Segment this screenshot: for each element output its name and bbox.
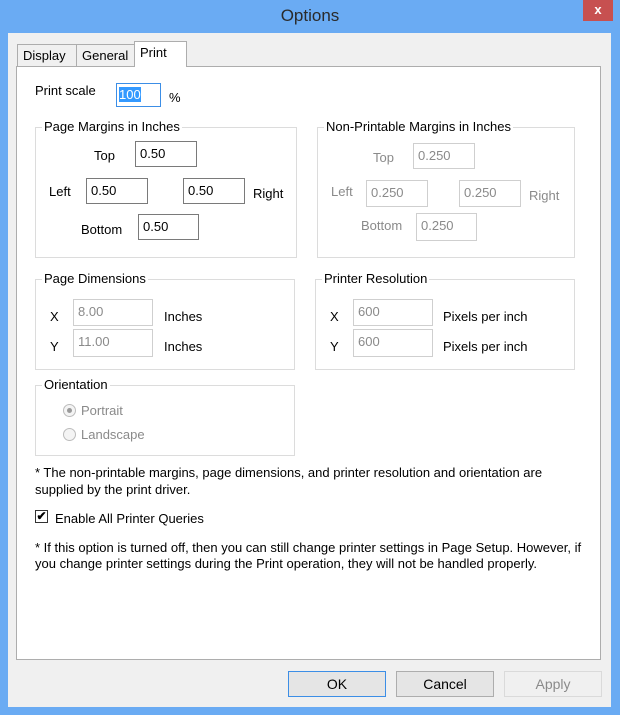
res-x-unit: Pixels per inch — [443, 309, 528, 324]
np-right-label: Right — [529, 188, 560, 203]
landscape-radio — [63, 428, 76, 441]
print-scale-value: 100 — [119, 87, 141, 102]
ok-button[interactable]: OK — [288, 671, 386, 697]
top-label: Top — [94, 148, 115, 163]
print-tab-panel: Print scale 100 % Page Margins in Inches… — [16, 66, 601, 660]
orientation-group: Orientation Portrait Landscape — [35, 377, 295, 456]
np-left-label: Left — [331, 184, 353, 199]
nonprintable-margins-title: Non-Printable Margins in Inches — [324, 119, 513, 134]
orientation-title: Orientation — [42, 377, 110, 392]
enable-queries-label[interactable]: Enable All Printer Queries — [55, 511, 204, 526]
margin-top-input[interactable]: 0.50 — [135, 141, 197, 167]
page-dimensions-title: Page Dimensions — [42, 271, 148, 286]
tab-print[interactable]: Print — [134, 41, 187, 67]
window-title: Options — [280, 6, 340, 25]
res-y-label: Y — [330, 339, 339, 354]
margin-right-input[interactable]: 0.50 — [183, 178, 245, 204]
radio-dot-icon — [67, 408, 72, 413]
queries-note: * If this option is turned off, then you… — [35, 540, 582, 571]
np-bottom-label: Bottom — [361, 218, 403, 233]
dim-x-label: X — [50, 309, 59, 324]
apply-button[interactable]: Apply — [504, 671, 602, 697]
cancel-button[interactable]: Cancel — [396, 671, 494, 697]
tab-general[interactable]: General — [76, 44, 135, 66]
enable-queries-checkbox[interactable]: ✔ — [35, 510, 48, 523]
np-right-input: 0.250 — [459, 180, 521, 207]
tab-display[interactable]: Display — [17, 44, 77, 66]
dim-y-unit: Inches — [164, 339, 203, 354]
bottom-label: Bottom — [81, 222, 123, 237]
margin-left-input[interactable]: 0.50 — [86, 178, 148, 204]
print-scale-input[interactable]: 100 — [116, 83, 161, 107]
np-bottom-input: 0.250 — [416, 213, 477, 241]
res-y-unit: Pixels per inch — [443, 339, 528, 354]
left-label: Left — [49, 184, 71, 199]
printer-resolution-title: Printer Resolution — [322, 271, 430, 286]
right-label: Right — [253, 186, 284, 201]
portrait-label: Portrait — [81, 403, 123, 418]
print-scale-label: Print scale — [35, 83, 96, 98]
driver-note: * The non-printable margins, page dimens… — [35, 465, 543, 497]
dim-y-input: 11.00 — [73, 329, 153, 357]
dim-x-unit: Inches — [164, 309, 203, 324]
portrait-radio — [63, 404, 76, 417]
np-top-input: 0.250 — [413, 143, 475, 169]
percent-label: % — [169, 90, 181, 105]
res-x-input: 600 — [353, 299, 433, 326]
dim-y-label: Y — [50, 339, 59, 354]
np-left-input: 0.250 — [366, 180, 428, 207]
landscape-label: Landscape — [81, 427, 145, 442]
nonprintable-margins-group: Non-Printable Margins in Inches Top 0.25… — [317, 119, 575, 258]
page-margins-title: Page Margins in Inches — [42, 119, 182, 134]
page-dimensions-group: Page Dimensions X 8.00 Inches Y 11.00 In… — [35, 271, 295, 370]
np-top-label: Top — [373, 150, 394, 165]
margin-bottom-input[interactable]: 0.50 — [138, 214, 199, 240]
printer-resolution-group: Printer Resolution X 600 Pixels per inch… — [315, 271, 575, 370]
options-window: Options x Display General Print Print sc… — [0, 0, 620, 715]
dim-x-input: 8.00 — [73, 299, 153, 326]
res-x-label: X — [330, 309, 339, 324]
res-y-input: 600 — [353, 329, 433, 357]
page-margins-group: Page Margins in Inches Top 0.50 Left 0.5… — [35, 119, 297, 258]
close-button[interactable]: x — [583, 0, 613, 21]
